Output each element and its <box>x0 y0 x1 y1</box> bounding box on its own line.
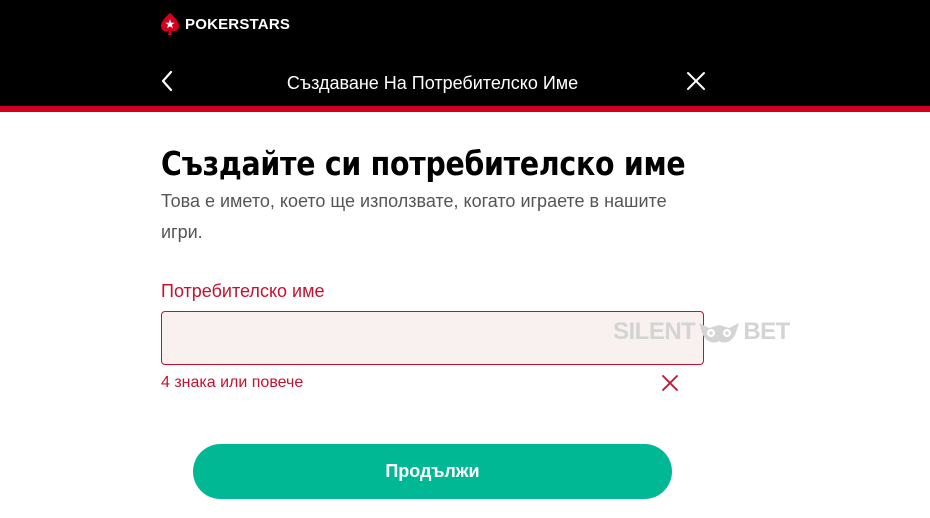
username-input[interactable] <box>161 311 704 365</box>
logo-text: POKERSTARS <box>185 15 291 33</box>
chevron-left-icon <box>160 70 174 97</box>
x-mark-icon <box>659 372 681 394</box>
username-label: Потребителско име <box>161 281 325 301</box>
watermark-text-right: BET <box>743 318 790 345</box>
form-heading: Създайте си потребителско име <box>161 144 686 183</box>
form-description: Това е името, което ще използвате, когат… <box>161 191 667 242</box>
username-error-message: 4 знака или повече <box>161 374 304 391</box>
continue-button[interactable]: Продължи <box>193 444 672 499</box>
page-title: Създаване На Потребителско Име <box>286 73 579 93</box>
close-button[interactable] <box>679 66 713 100</box>
back-button[interactable] <box>150 66 184 100</box>
header-accent-line <box>0 106 930 112</box>
pokerstars-logo[interactable]: POKERSTARS <box>161 11 290 37</box>
spade-star-icon <box>161 13 179 35</box>
close-icon <box>686 71 706 96</box>
